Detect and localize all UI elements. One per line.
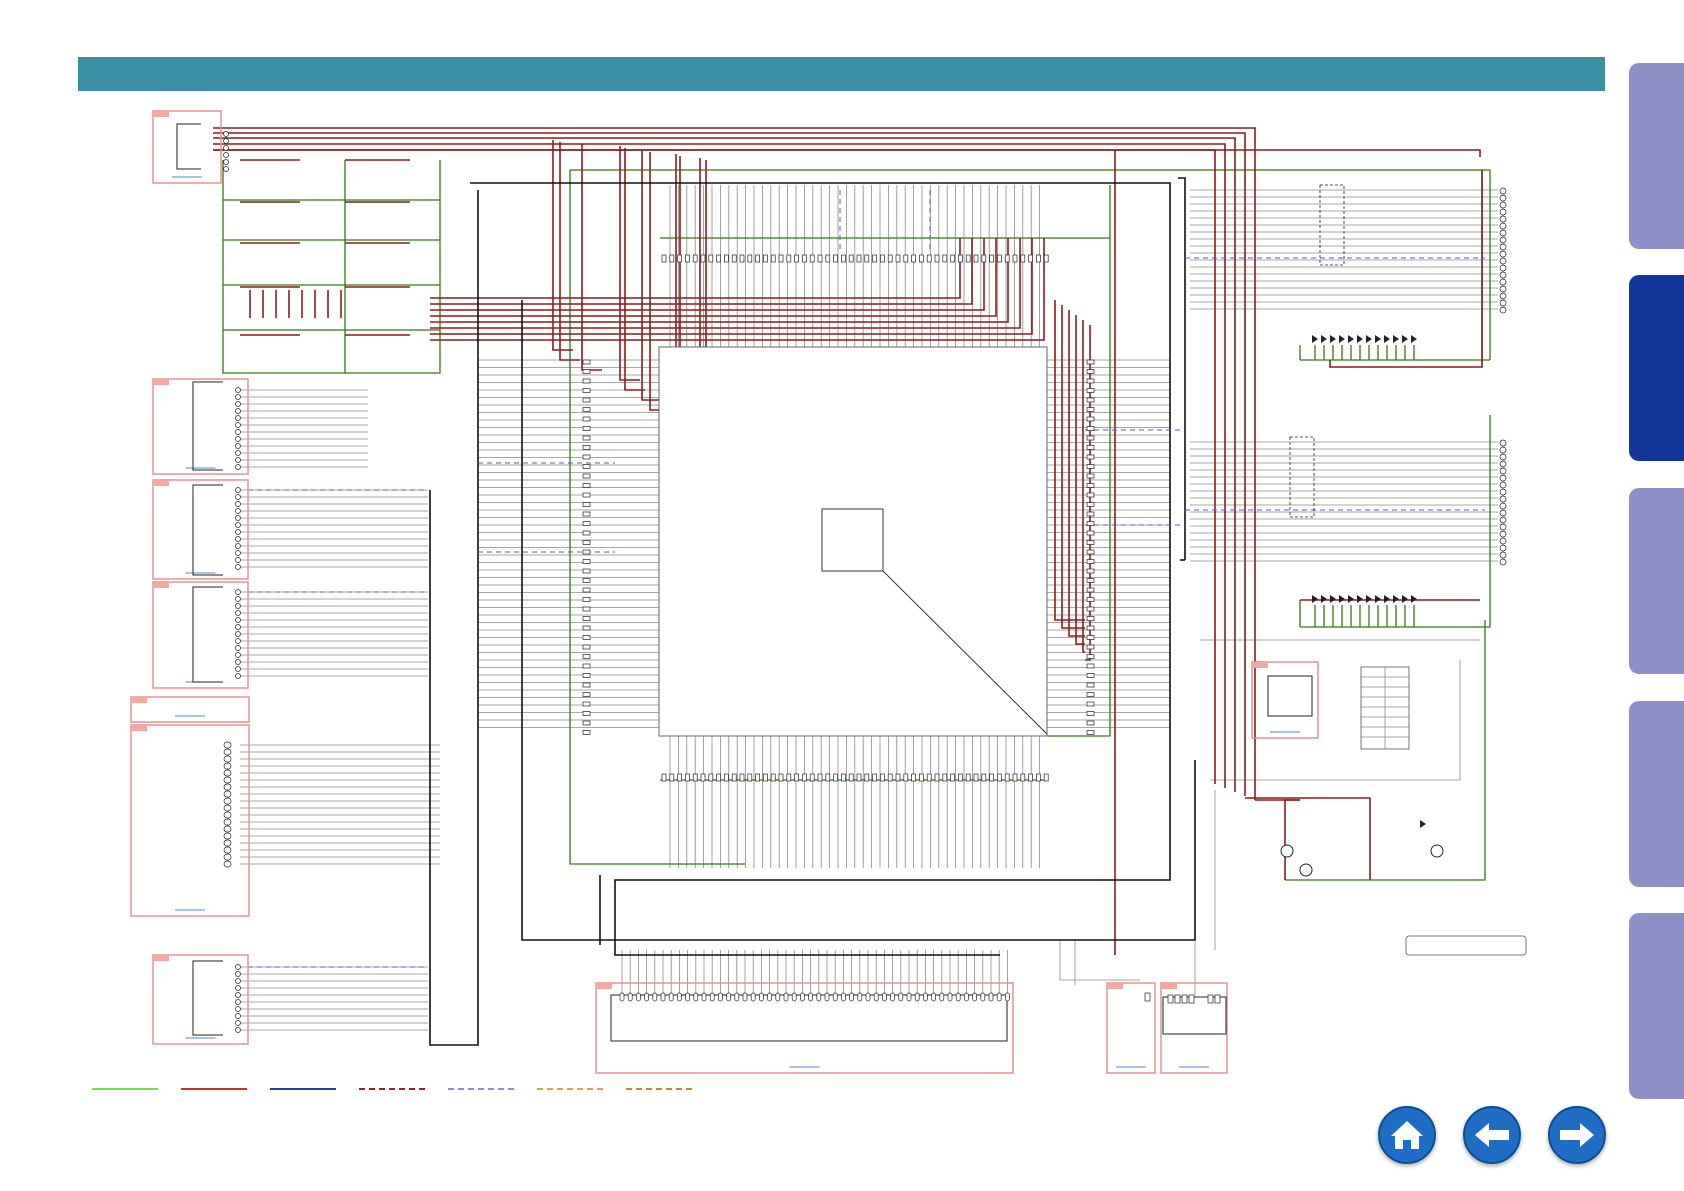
legend-line-3 xyxy=(270,1088,336,1090)
legend-line-5 xyxy=(448,1088,514,1090)
note-box xyxy=(1405,935,1527,956)
home-button[interactable] xyxy=(1378,1106,1436,1164)
circuit-schematic xyxy=(130,110,1527,1074)
arrow-right-icon xyxy=(1548,1106,1606,1164)
home-icon xyxy=(1378,1106,1436,1164)
forward-button[interactable] xyxy=(1548,1106,1606,1164)
legend-line-7 xyxy=(626,1088,692,1090)
connector-7 xyxy=(152,954,249,1045)
connector-4 xyxy=(152,581,249,689)
connector-6 xyxy=(130,724,250,917)
connector-5 xyxy=(130,696,250,723)
legend-line-1 xyxy=(92,1088,158,1090)
connector-3 xyxy=(152,479,249,580)
connector-2 xyxy=(152,378,249,475)
arrow-left-icon xyxy=(1463,1106,1521,1164)
back-button[interactable] xyxy=(1463,1106,1521,1164)
legend-line-6 xyxy=(537,1088,603,1090)
legend-line-4 xyxy=(359,1088,425,1090)
main-ic xyxy=(658,346,1048,737)
connector-11 xyxy=(1251,661,1319,739)
legend-line-2 xyxy=(181,1088,247,1090)
connector-1 xyxy=(152,110,222,184)
